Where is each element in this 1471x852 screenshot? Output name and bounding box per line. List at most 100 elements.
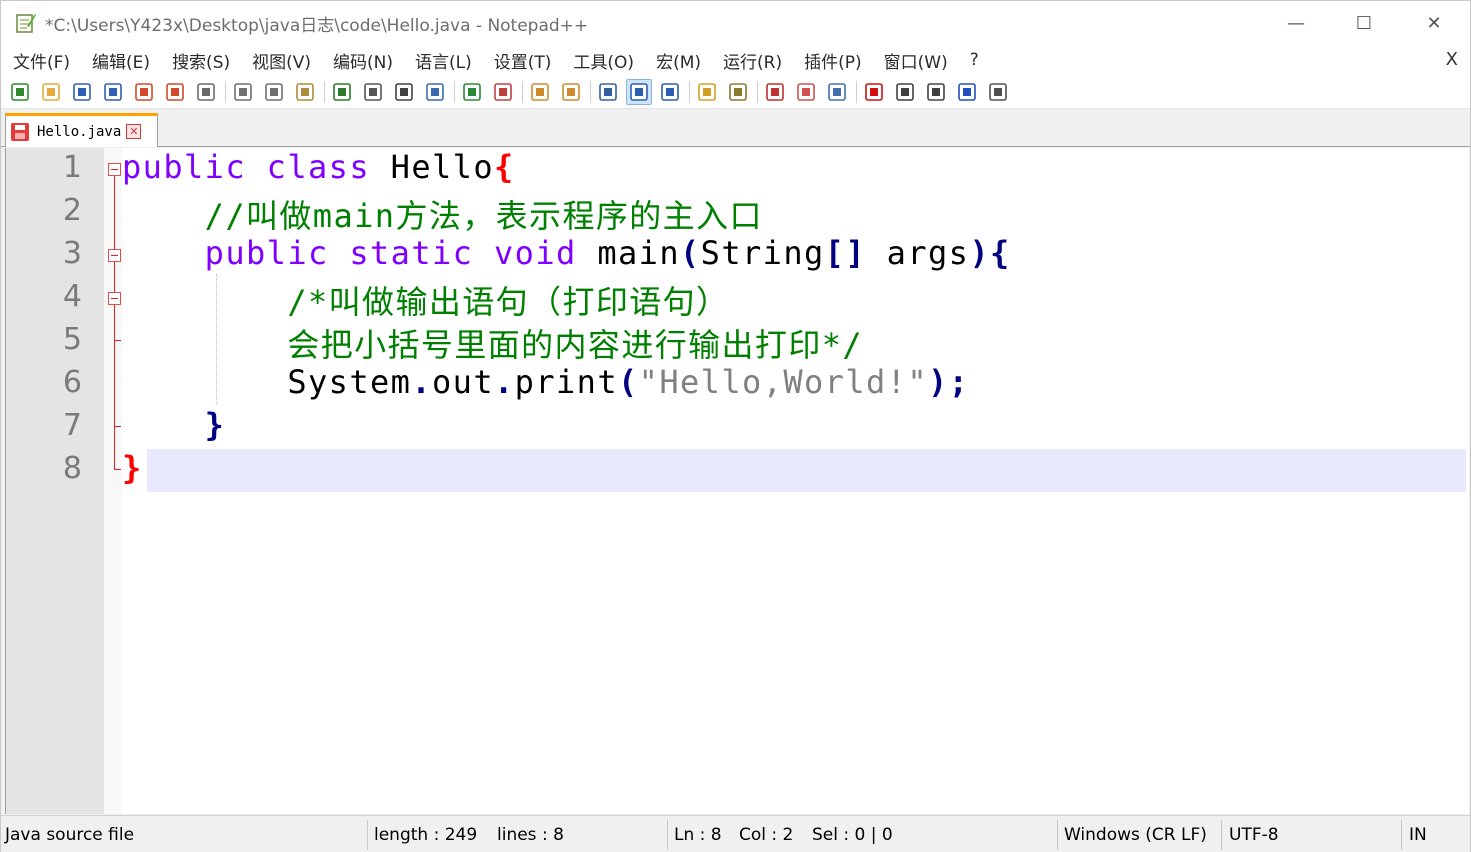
menu-edit[interactable]: 编辑(E): [80, 48, 160, 73]
save-button[interactable]: [69, 79, 95, 105]
save-macro-button[interactable]: [985, 79, 1011, 105]
menu-window[interactable]: 窗口(W): [872, 48, 958, 73]
replace-button[interactable]: [422, 79, 448, 105]
close-all-button[interactable]: [162, 79, 188, 105]
menu-plugins[interactable]: 插件(P): [792, 48, 872, 73]
menu-tools[interactable]: 工具(O): [561, 48, 644, 73]
fold-toggle-icon[interactable]: [108, 292, 121, 305]
indent-guide-button[interactable]: [657, 79, 683, 105]
language-define-icon: [698, 82, 716, 101]
toolbar-separator: [324, 80, 325, 103]
copy-button[interactable]: [261, 79, 287, 105]
minimize-button[interactable]: —: [1261, 1, 1331, 45]
show-all-chars-button[interactable]: [626, 78, 652, 105]
notepad-window: *C:\Users\Y423x\Desktop\java日志\code\Hell…: [0, 0, 1471, 852]
word-wrap-icon: [599, 82, 617, 101]
code-editor[interactable]: 1 2 3 4 5 6 7 8 public class Hello{ //叫做…: [5, 148, 1469, 814]
doc-map-button[interactable]: [725, 79, 751, 105]
status-length: length : 249: [374, 825, 478, 845]
menu-file[interactable]: 文件(F): [1, 48, 80, 73]
monitoring-icon: [828, 82, 846, 101]
status-divider: [1401, 820, 1402, 850]
undo-button[interactable]: [329, 79, 355, 105]
status-file-type: Java source file: [5, 825, 135, 845]
code-token: }: [122, 449, 143, 487]
tab-hello-java[interactable]: Hello.java ✕: [5, 113, 158, 147]
save-all-button[interactable]: [100, 79, 126, 105]
status-eol[interactable]: Windows (CR LF): [1064, 816, 1207, 852]
menu-view[interactable]: 视图(V): [240, 48, 321, 73]
menu-help[interactable]: ?: [958, 50, 989, 70]
playback-macro-button[interactable]: [923, 79, 949, 105]
close-window-button[interactable]: ✕: [1399, 1, 1469, 45]
new-file-icon: [11, 82, 29, 101]
word-wrap-button[interactable]: [595, 79, 621, 105]
menu-run[interactable]: 运行(R): [711, 48, 792, 73]
sync-vertical-button[interactable]: [527, 79, 553, 105]
zoom-out-button[interactable]: [490, 79, 516, 105]
code-line[interactable]: 会把小括号里面的内容进行输出打印*/: [122, 320, 863, 366]
status-ln: Ln : 8: [674, 825, 722, 845]
unsaved-file-icon: [11, 122, 29, 141]
replace-icon: [426, 82, 444, 101]
line-number: 3: [62, 236, 82, 271]
close-button[interactable]: [131, 79, 157, 105]
title-bar[interactable]: *C:\Users\Y423x\Desktop\java日志\code\Hell…: [1, 1, 1470, 45]
maximize-button[interactable]: ☐: [1329, 1, 1399, 45]
save-all-icon: [104, 82, 122, 101]
menu-language[interactable]: 语言(L): [403, 48, 482, 73]
status-insert-mode: IN: [1409, 825, 1427, 845]
toolbar-separator: [689, 80, 690, 103]
fold-margin: [104, 148, 122, 814]
menu-settings[interactable]: 设置(T): [482, 48, 562, 73]
record-macro-button[interactable]: [861, 79, 887, 105]
find-button[interactable]: [391, 79, 417, 105]
cut-button[interactable]: [230, 79, 256, 105]
code-token: (: [618, 363, 639, 401]
toolbar-separator: [454, 80, 455, 103]
close-document-button[interactable]: X: [1446, 49, 1458, 70]
find-icon: [395, 82, 413, 101]
toolbar-separator: [856, 80, 857, 103]
close-all-icon: [166, 82, 184, 101]
menu-macro[interactable]: 宏(M): [644, 48, 711, 73]
status-encoding[interactable]: UTF-8: [1229, 816, 1279, 852]
fold-toggle-icon[interactable]: [108, 249, 121, 262]
toolbar-separator: [225, 80, 226, 103]
zoom-in-button[interactable]: [459, 79, 485, 105]
print-button[interactable]: [193, 79, 219, 105]
code-token: String: [700, 234, 825, 272]
monitoring-button[interactable]: [824, 79, 850, 105]
menu-search[interactable]: 搜索(S): [160, 48, 240, 73]
code-line[interactable]: public static void main(String[] args){: [122, 234, 1011, 272]
function-list-button[interactable]: [762, 79, 788, 105]
code-line[interactable]: System.out.print("Hello,World!");: [122, 363, 969, 401]
fold-end-tick: [114, 469, 121, 470]
print-icon: [197, 82, 215, 101]
tab-close-icon[interactable]: ✕: [126, 124, 142, 139]
code-line[interactable]: }: [122, 406, 225, 444]
open-file-button[interactable]: [38, 79, 64, 105]
menu-encoding[interactable]: 编码(N): [321, 48, 403, 73]
zoom-out-icon: [494, 82, 512, 101]
code-line[interactable]: }: [122, 449, 143, 487]
code-line[interactable]: public class Hello{: [122, 148, 515, 186]
language-define-button[interactable]: [694, 79, 720, 105]
new-file-button[interactable]: [7, 79, 33, 105]
paste-button[interactable]: [292, 79, 318, 105]
run-macro-multiple-button[interactable]: [954, 79, 980, 105]
code-line[interactable]: //叫做main方法，表示程序的主入口: [122, 191, 763, 237]
code-token: /*叫做输出语句（打印语句）: [122, 283, 730, 321]
fold-toggle-icon[interactable]: [108, 163, 121, 176]
save-macro-icon: [989, 82, 1007, 101]
stop-record-button[interactable]: [892, 79, 918, 105]
code-token: Hello: [390, 148, 494, 186]
folder-workspace-button[interactable]: [793, 79, 819, 105]
code-token: (: [680, 234, 701, 272]
code-line[interactable]: /*叫做输出语句（打印语句）: [122, 277, 729, 323]
redo-button[interactable]: [360, 79, 386, 105]
sync-vertical-icon: [531, 82, 549, 101]
status-divider: [367, 820, 368, 850]
sync-horizontal-button[interactable]: [558, 79, 584, 105]
